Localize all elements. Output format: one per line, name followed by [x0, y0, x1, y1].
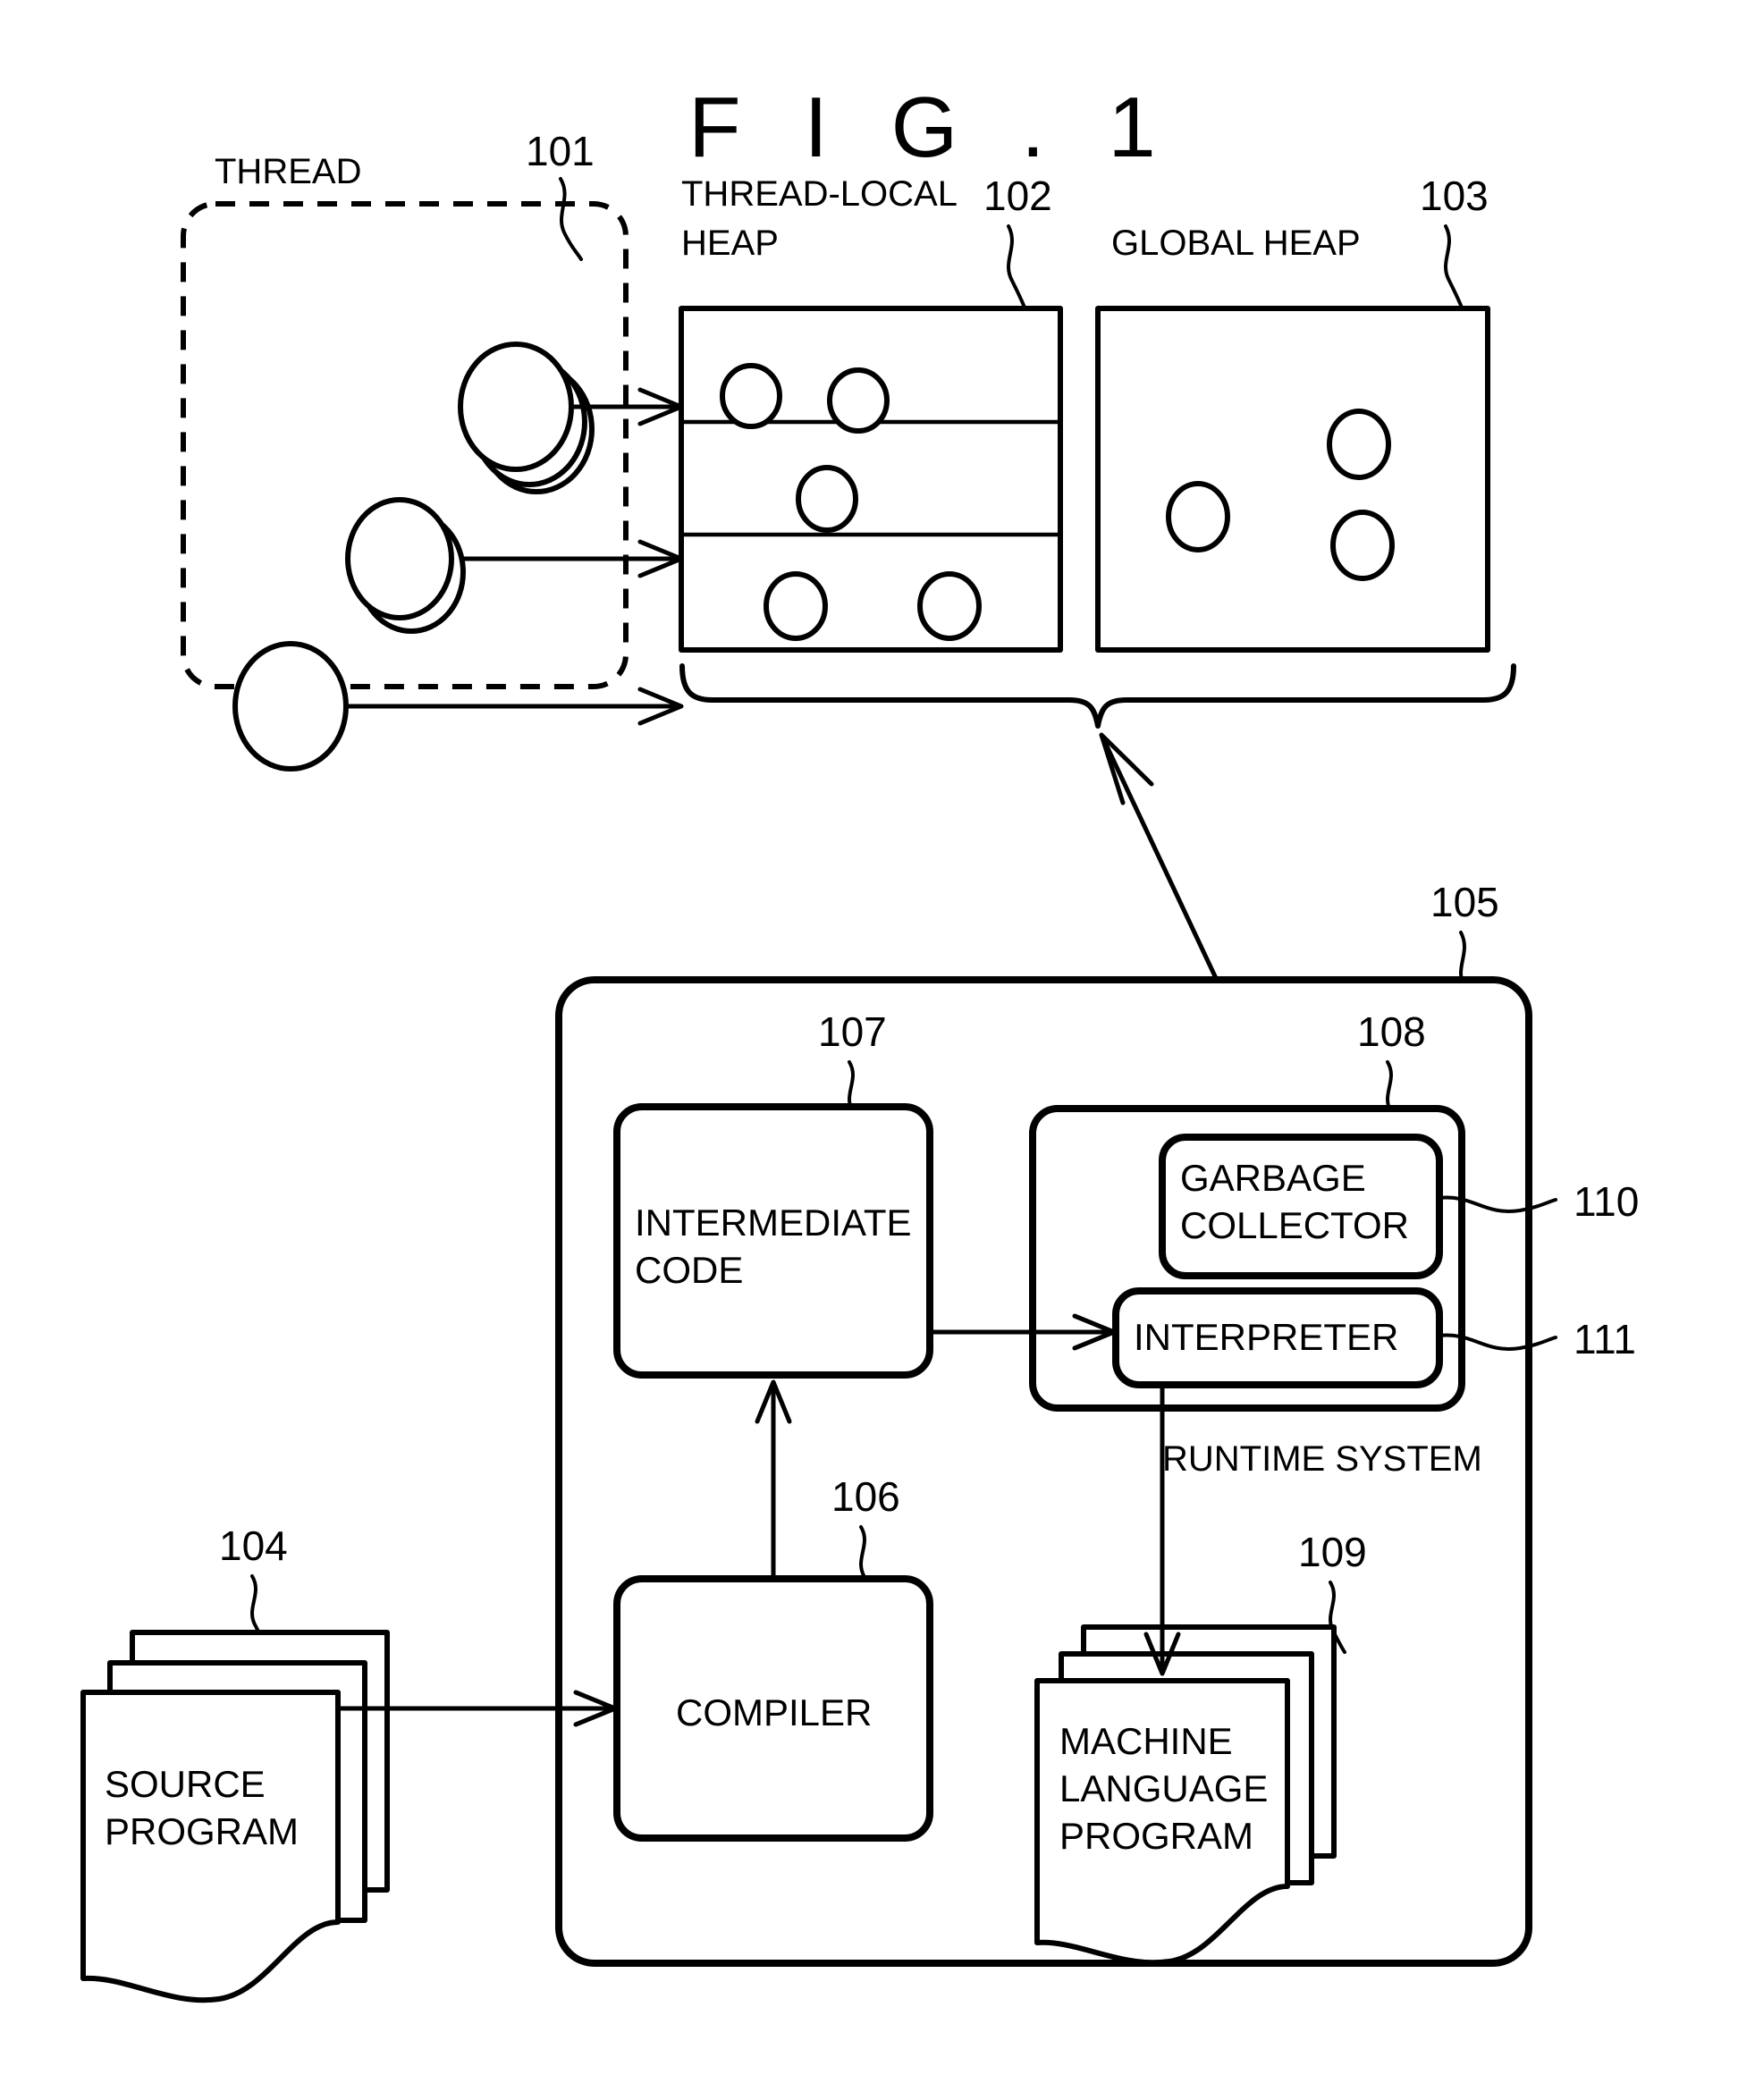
global-heap-object	[1330, 510, 1395, 581]
figure-title: F I G . 1	[688, 80, 1176, 175]
leader-line-102	[1007, 224, 1026, 309]
garbage-collector-label-line2: COLLECTOR	[1180, 1204, 1409, 1246]
source-program-label-line2: PROGRAM	[105, 1810, 299, 1852]
arrow-thread-to-heap-row-3	[346, 687, 684, 726]
ref-103: 103	[1420, 173, 1489, 219]
thread-local-heap-box	[679, 306, 1063, 653]
intermediate-code-label-line1: INTERMEDIATE	[635, 1202, 912, 1244]
source-program-label-line1: SOURCE	[105, 1763, 266, 1805]
machine-language-label-line3: PROGRAM	[1059, 1815, 1253, 1857]
intermediate-code-label-line2: CODE	[635, 1249, 743, 1291]
ref-108: 108	[1357, 1008, 1426, 1055]
global-heap-label: GLOBAL HEAP	[1111, 223, 1361, 263]
machine-language-label-line2: LANGUAGE	[1059, 1767, 1268, 1809]
global-heap-object	[1166, 481, 1230, 552]
thread-label: THREAD	[215, 152, 361, 191]
ref-107: 107	[818, 1008, 887, 1055]
ref-110: 110	[1574, 1178, 1639, 1225]
ref-105: 105	[1430, 879, 1499, 925]
thread-local-heap-label-line2: HEAP	[681, 223, 779, 263]
heap-object	[827, 367, 890, 434]
figure-1-diagram: F I G . 1 THREAD 101 THREAD-LOCAL HEAP 1…	[80, 80, 1639, 2003]
ref-106: 106	[831, 1473, 900, 1520]
ref-109: 109	[1298, 1529, 1367, 1575]
patent-figure: F I G . 1 THREAD 101 THREAD-LOCAL HEAP 1…	[0, 0, 1755, 2100]
heap-object	[764, 571, 828, 641]
thread-object-bottom	[232, 641, 349, 772]
ref-101: 101	[526, 128, 595, 174]
leader-line-101	[559, 177, 583, 261]
heap-object	[917, 571, 982, 641]
garbage-collector-label-line1: GARBAGE	[1180, 1157, 1366, 1199]
thread-local-heap-label-line1: THREAD-LOCAL	[681, 174, 958, 214]
heap-object	[796, 465, 858, 533]
heap-brace	[679, 663, 1516, 729]
global-heap-box	[1095, 306, 1490, 653]
global-heap-object	[1327, 409, 1391, 480]
heap-object	[720, 363, 782, 429]
thread-object-middle	[345, 497, 454, 620]
arrow-thread-to-heap-row-2	[463, 539, 684, 578]
interpreter-label: INTERPRETER	[1134, 1316, 1398, 1358]
machine-language-label-line1: MACHINE	[1059, 1720, 1233, 1762]
runtime-system-caption: RUNTIME SYSTEM	[1162, 1439, 1482, 1479]
compiler-label: COMPILER	[676, 1691, 872, 1733]
ref-111: 111	[1574, 1316, 1636, 1362]
ref-104: 104	[219, 1522, 288, 1569]
leader-line-103	[1444, 224, 1464, 309]
ref-102: 102	[983, 173, 1052, 219]
thread-object-top	[458, 342, 574, 472]
